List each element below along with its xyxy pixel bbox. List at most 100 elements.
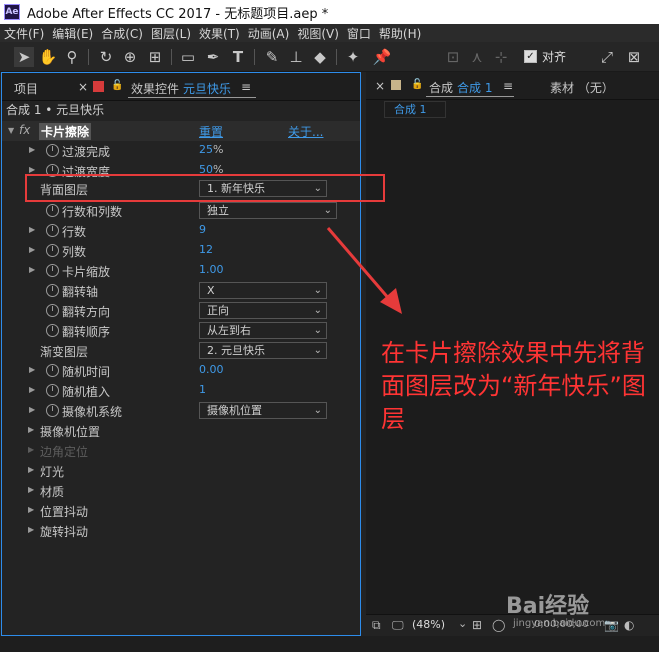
tab-composition[interactable]: 合成 (429, 79, 453, 96)
expand-arrow-icon[interactable]: ▶ (29, 145, 35, 154)
panel-menu-icon[interactable]: ≡ (503, 79, 513, 93)
flip-direction-dropdown[interactable]: 正向 ⌄ (199, 302, 327, 319)
effect-name[interactable]: 卡片擦除 (39, 123, 92, 140)
menu-file[interactable]: 文件(F) (4, 25, 44, 42)
expand-arrow-icon[interactable]: ▶ (28, 505, 34, 514)
stopwatch-icon[interactable] (46, 204, 59, 217)
zoom-dropdown[interactable]: (48%) (412, 618, 445, 631)
expand-icon[interactable]: ⤢ (597, 47, 617, 67)
camera-icon[interactable]: 📷 (604, 618, 619, 632)
value-scrubber[interactable]: 0.00 (199, 363, 224, 376)
value-scrubber[interactable]: 9 (199, 223, 206, 236)
value-scrubber[interactable]: 12 (199, 243, 213, 256)
expand-arrow-icon[interactable]: ▶ (28, 485, 34, 494)
stopwatch-icon[interactable] (46, 144, 59, 157)
expand-arrow-icon[interactable]: ▶ (28, 425, 34, 434)
reset-link[interactable]: 重置 (199, 123, 223, 140)
tab-effect-controls[interactable]: 效果控件 (131, 80, 179, 97)
always-preview-icon[interactable]: ⧉ (372, 618, 381, 633)
clone-stamp-icon[interactable]: ⊥ (286, 47, 306, 67)
puppet-pin-icon[interactable]: 📌 (372, 47, 392, 67)
rectangle-icon[interactable]: ▭ (178, 47, 198, 67)
group-camera-position[interactable]: ▶ 摄像机位置 (2, 421, 360, 441)
expand-arrow-icon[interactable]: ▶ (29, 405, 35, 414)
value-scrubber[interactable]: 1.00 (199, 263, 224, 276)
group-position-jitter[interactable]: ▶ 位置抖动 (2, 501, 360, 521)
stopwatch-icon[interactable] (46, 324, 59, 337)
group-rotation-jitter[interactable]: ▶ 旋转抖动 (2, 521, 360, 541)
stopwatch-icon[interactable] (46, 404, 59, 417)
chevron-down-icon[interactable]: ⌄ (458, 617, 467, 630)
expand-arrow-icon[interactable]: ▶ (29, 245, 35, 254)
expand-arrow-icon[interactable]: ▶ (28, 465, 34, 474)
camera-system-dropdown[interactable]: 摄像机位置 ⌄ (199, 402, 327, 419)
grid-icon[interactable]: ⊞ (472, 618, 482, 632)
effect-header[interactable]: ▼ fx 卡片擦除 重置 关于... (2, 121, 360, 141)
close-icon[interactable]: × (78, 80, 88, 94)
stopwatch-icon[interactable] (46, 384, 59, 397)
menu-help[interactable]: 帮助(H) (379, 25, 421, 42)
color-icon[interactable]: ◐ (624, 618, 634, 632)
pen-icon[interactable]: ✒ (203, 47, 223, 67)
tab-project[interactable]: 项目 (14, 80, 38, 97)
group-material[interactable]: ▶ 材质 (2, 481, 360, 501)
tab-footage[interactable]: 素材 （无） (550, 79, 614, 96)
eraser-icon[interactable]: ◆ (310, 47, 330, 67)
close-icon[interactable]: × (375, 79, 385, 93)
expand-arrow-icon[interactable]: ▶ (29, 165, 35, 174)
about-link[interactable]: 关于... (288, 123, 323, 140)
expand-arrow-icon[interactable]: ▶ (28, 525, 34, 534)
chevron-down-icon: ⌄ (323, 205, 332, 216)
stopwatch-icon[interactable] (46, 304, 59, 317)
lock-icon[interactable]: 🔓 (111, 80, 123, 91)
local-axis-icon[interactable]: ⊡ (443, 47, 463, 67)
gradient-layer-dropdown[interactable]: 2. 元旦快乐 ⌄ (199, 342, 327, 359)
flip-order-dropdown[interactable]: 从左到右 ⌄ (199, 322, 327, 339)
menu-view[interactable]: 视图(V) (297, 25, 339, 42)
stopwatch-icon[interactable] (46, 284, 59, 297)
text-icon[interactable]: T (228, 47, 248, 67)
flip-axis-dropdown[interactable]: X ⌄ (199, 282, 327, 299)
lock-icon[interactable]: 🔓 (411, 79, 423, 90)
pan-behind-icon[interactable]: ⊞ (145, 47, 165, 67)
selection-arrow-icon[interactable]: ➤ (14, 47, 34, 67)
menu-effect[interactable]: 效果(T) (199, 25, 240, 42)
group-corner-pins[interactable]: ▶ 边角定位 (2, 441, 360, 461)
camera-orbit-icon[interactable]: ⊕ (120, 47, 140, 67)
value-scrubber[interactable]: 25% (199, 143, 223, 156)
expand-arrow-icon[interactable]: ▶ (29, 365, 35, 374)
stopwatch-icon[interactable] (46, 244, 59, 257)
rows-columns-dropdown[interactable]: 独立 ⌄ (199, 202, 337, 219)
brush-icon[interactable]: ✎ (262, 47, 282, 67)
stopwatch-icon[interactable] (46, 264, 59, 277)
collapse-arrow-icon[interactable]: ▼ (8, 126, 14, 135)
monitor-icon[interactable]: 🖵 (392, 618, 404, 633)
comp-subtab[interactable]: 合成 1 (384, 101, 446, 118)
menu-edit[interactable]: 编辑(E) (52, 25, 93, 42)
value-scrubber[interactable]: 1 (199, 383, 206, 396)
view-axis-icon[interactable]: ⊹ (491, 47, 511, 67)
menu-animation[interactable]: 动画(A) (248, 25, 290, 42)
expand-arrow-icon[interactable]: ▶ (29, 265, 35, 274)
expand-arrow-icon[interactable]: ▶ (29, 225, 35, 234)
panel-menu-icon[interactable]: ≡ (241, 80, 251, 94)
expand-arrow-icon[interactable]: ▶ (29, 385, 35, 394)
snap-options-icon[interactable]: ⊠ (624, 47, 644, 67)
tab-composition-name[interactable]: 合成 1 (457, 79, 492, 96)
menu-composition[interactable]: 合成(C) (101, 25, 143, 42)
expand-arrow-icon[interactable]: ▶ (28, 445, 34, 454)
stopwatch-icon[interactable] (46, 224, 59, 237)
group-lighting[interactable]: ▶ 灯光 (2, 461, 360, 481)
snap-checkbox[interactable]: ✓ (524, 50, 537, 63)
tab-effect-layer[interactable]: 元旦快乐 (183, 80, 231, 97)
fx-icon[interactable]: fx (19, 123, 30, 137)
stopwatch-icon[interactable] (46, 364, 59, 377)
zoom-icon[interactable]: ⚲ (62, 47, 82, 67)
hand-icon[interactable]: ✋ (38, 47, 58, 67)
mask-icon[interactable]: ◯ (492, 618, 505, 632)
world-axis-icon[interactable]: ⋏ (467, 47, 487, 67)
menu-layer[interactable]: 图层(L) (151, 25, 191, 42)
roto-brush-icon[interactable]: ✦ (343, 47, 363, 67)
menu-window[interactable]: 窗口 (347, 25, 371, 42)
rotate-icon[interactable]: ↻ (96, 47, 116, 67)
